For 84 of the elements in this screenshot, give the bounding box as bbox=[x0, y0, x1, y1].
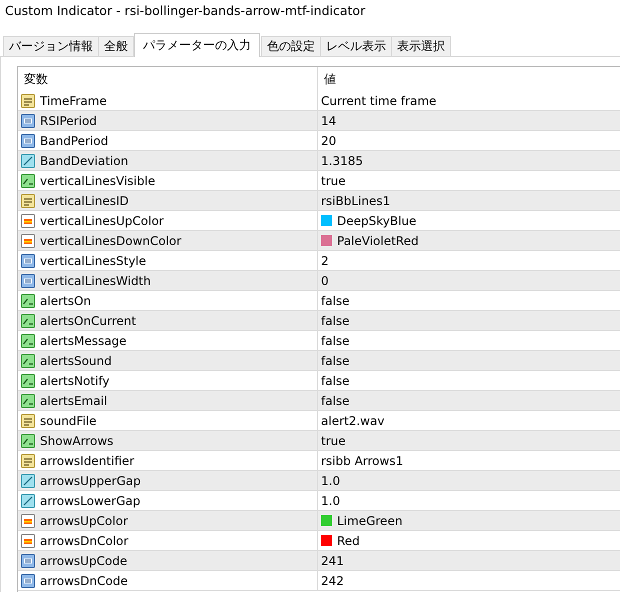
fraction-type-icon bbox=[20, 152, 36, 168]
parameter-name: soundFile bbox=[40, 414, 97, 428]
tab[interactable]: 色の設定 bbox=[261, 36, 321, 56]
number-type-icon bbox=[20, 572, 36, 588]
parameter-name: arrowsIdentifier bbox=[40, 454, 134, 468]
parameter-value[interactable]: 1.0 bbox=[321, 474, 340, 488]
text-type-icon bbox=[20, 192, 36, 208]
color-type-icon bbox=[20, 532, 36, 548]
parameter-name: alertsOnCurrent bbox=[40, 314, 136, 328]
parameter-name: verticalLinesUpColor bbox=[40, 214, 164, 228]
tab[interactable]: レベル表示 bbox=[320, 36, 392, 56]
parameter-name: arrowsUpCode bbox=[40, 554, 128, 568]
parameter-name: verticalLinesVisible bbox=[40, 174, 156, 188]
parameter-value[interactable]: false bbox=[321, 294, 350, 308]
parameter-name: verticalLinesStyle bbox=[40, 254, 146, 268]
parameter-value[interactable]: rsiBbLines1 bbox=[321, 194, 390, 208]
parameter-name: TimeFrame bbox=[40, 94, 107, 108]
parameter-value[interactable]: false bbox=[321, 334, 350, 348]
parameter-name: BandDeviation bbox=[40, 154, 128, 168]
fraction-type-icon bbox=[20, 472, 36, 488]
parameter-name: arrowsUpperGap bbox=[40, 474, 141, 488]
number-type-icon bbox=[20, 272, 36, 288]
parameter-name: alertsNotify bbox=[40, 374, 110, 388]
toggle-type-icon bbox=[20, 172, 36, 188]
parameter-name: alertsMessage bbox=[40, 334, 127, 348]
color-type-icon bbox=[20, 232, 36, 248]
parameter-value[interactable]: 2 bbox=[321, 254, 329, 268]
parameter-name: alertsOn bbox=[40, 294, 92, 308]
parameter-value[interactable]: 1.3185 bbox=[321, 154, 363, 168]
tab[interactable]: 表示選択 bbox=[391, 36, 451, 56]
parameter-value[interactable]: Current time frame bbox=[321, 94, 436, 108]
parameter-value[interactable]: 1.0 bbox=[321, 494, 340, 508]
number-type-icon bbox=[20, 132, 36, 148]
parameter-name: alertsSound bbox=[40, 354, 112, 368]
text-type-icon bbox=[20, 452, 36, 468]
parameter-value[interactable]: false bbox=[321, 374, 350, 388]
parameter-name: BandPeriod bbox=[40, 134, 108, 148]
toggle-type-icon bbox=[20, 332, 36, 348]
number-type-icon bbox=[20, 552, 36, 568]
parameter-name: verticalLinesWidth bbox=[40, 274, 151, 288]
toggle-type-icon bbox=[20, 352, 36, 368]
parameter-name: arrowsLowerGap bbox=[40, 494, 140, 508]
parameter-value[interactable]: LimeGreen bbox=[337, 514, 402, 528]
parameter-name: verticalLinesDownColor bbox=[40, 234, 182, 248]
text-type-icon bbox=[20, 412, 36, 428]
parameter-value[interactable]: Red bbox=[337, 534, 360, 548]
parameter-value[interactable]: false bbox=[321, 394, 350, 408]
parameter-value[interactable]: DeepSkyBlue bbox=[337, 214, 416, 228]
color-type-icon bbox=[20, 512, 36, 528]
tab[interactable]: バージョン情報 bbox=[3, 36, 99, 56]
parameter-value[interactable]: 0 bbox=[321, 274, 329, 288]
column-header[interactable]: 変数 bbox=[24, 70, 48, 88]
tab[interactable]: 全般 bbox=[98, 36, 134, 56]
parameter-value[interactable]: 20 bbox=[321, 134, 336, 148]
parameter-value[interactable]: 241 bbox=[321, 554, 344, 568]
number-type-icon bbox=[20, 252, 36, 268]
parameter-name: alertsEmail bbox=[40, 394, 108, 408]
fraction-type-icon bbox=[20, 492, 36, 508]
parameter-name: arrowsUpColor bbox=[40, 514, 128, 528]
column-header[interactable]: 値 bbox=[324, 70, 336, 88]
parameter-name: ShowArrows bbox=[40, 434, 114, 448]
parameter-name: verticalLinesID bbox=[40, 194, 129, 208]
parameter-value[interactable]: true bbox=[321, 174, 346, 188]
toggle-type-icon bbox=[20, 432, 36, 448]
toggle-type-icon bbox=[20, 312, 36, 328]
color-type-icon bbox=[20, 212, 36, 228]
parameter-value[interactable]: alert2.wav bbox=[321, 414, 384, 428]
parameter-value[interactable]: false bbox=[321, 314, 350, 328]
parameter-value[interactable]: 14 bbox=[321, 114, 336, 128]
number-type-icon bbox=[20, 112, 36, 128]
parameter-value[interactable]: rsibb Arrows1 bbox=[321, 454, 404, 468]
parameter-value[interactable]: true bbox=[321, 434, 346, 448]
parameter-name: arrowsDnCode bbox=[40, 574, 128, 588]
tab[interactable]: パラメーターの入力 bbox=[134, 33, 260, 57]
parameter-name: RSIPeriod bbox=[40, 114, 97, 128]
toggle-type-icon bbox=[20, 292, 36, 308]
text-type-icon bbox=[20, 92, 36, 108]
parameter-value[interactable]: false bbox=[321, 354, 350, 368]
parameter-name: arrowsDnColor bbox=[40, 534, 128, 548]
parameter-value[interactable]: 242 bbox=[321, 574, 344, 588]
window-title: Custom Indicator - rsi-bollinger-bands-arrow-mtf-indicator bbox=[5, 2, 366, 18]
parameter-value[interactable]: PaleVioletRed bbox=[337, 234, 419, 248]
toggle-type-icon bbox=[20, 392, 36, 408]
toggle-type-icon bbox=[20, 372, 36, 388]
